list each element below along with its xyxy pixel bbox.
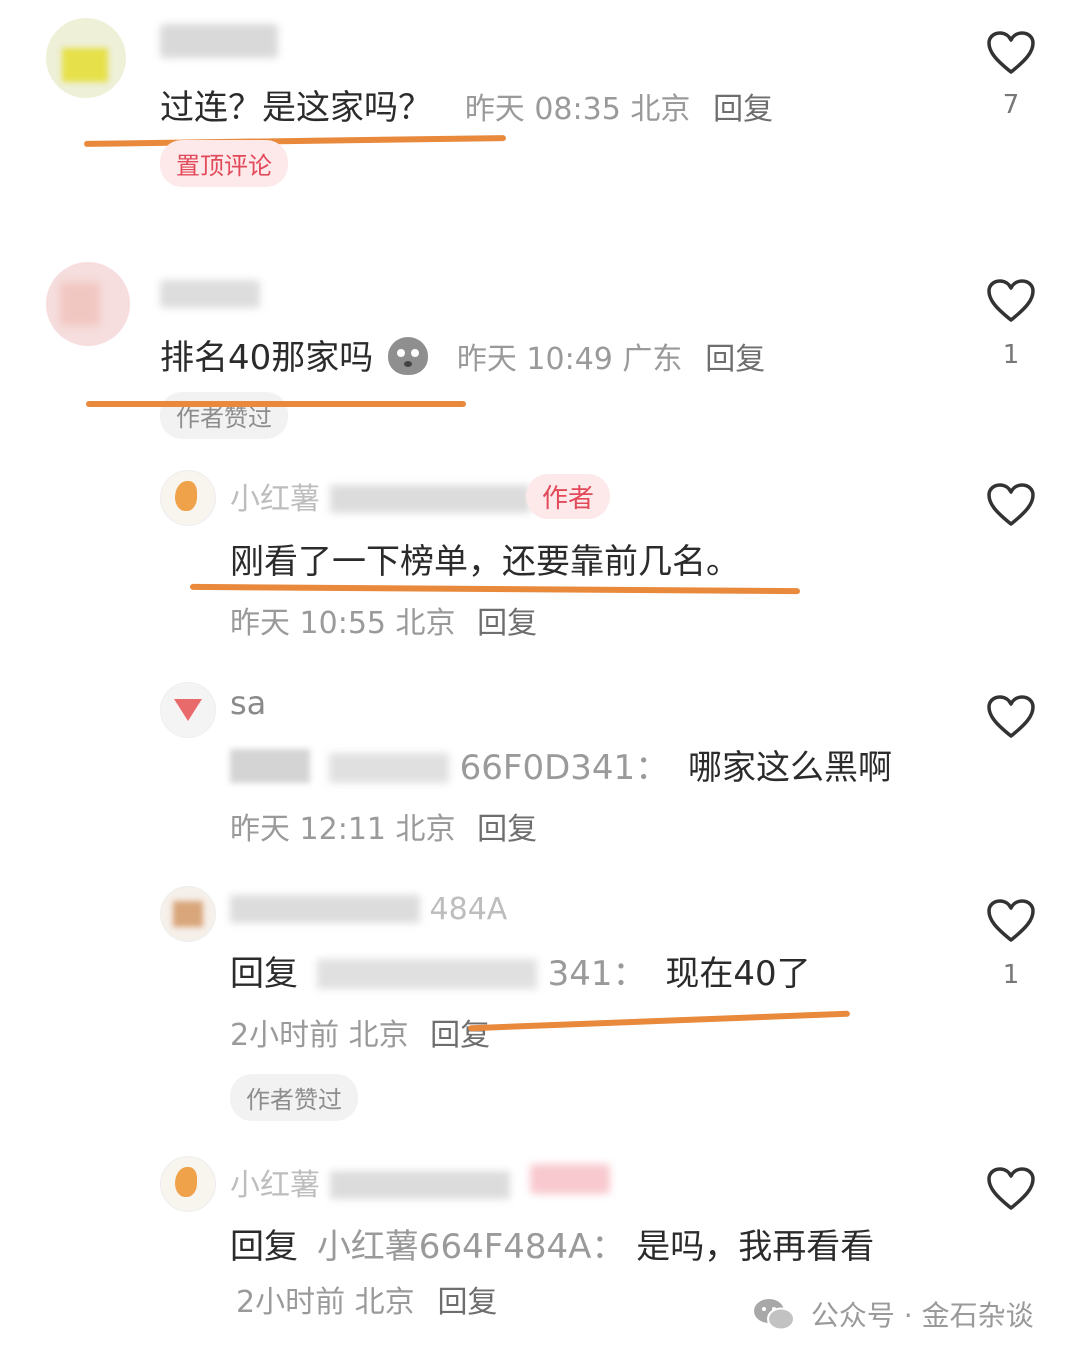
username[interactable]: 小红薯	[230, 1160, 510, 1204]
reply-button[interactable]: 回复	[430, 1018, 490, 1053]
avatar[interactable]	[160, 1156, 216, 1212]
avatar[interactable]	[160, 886, 216, 942]
mention-blurred	[316, 959, 537, 989]
reply-target[interactable]: 341：	[548, 954, 647, 994]
username[interactable]: sa	[230, 684, 266, 722]
comment-text: 过连？是这家吗？	[160, 88, 432, 128]
comment-text-row: 排名40那家吗 昨天 10:49 广东 回复	[160, 330, 765, 379]
avatar[interactable]	[46, 18, 126, 98]
avatar[interactable]	[160, 470, 216, 526]
avatar[interactable]	[160, 682, 216, 738]
comment-text-row: 过连？是这家吗？ 昨天 08:35 北京 回复	[160, 80, 773, 129]
reply-text-row: 回复 341： 现在40了	[230, 946, 811, 995]
username[interactable]: 484A	[230, 892, 507, 927]
reply-text: 哪家这么黑啊	[687, 748, 892, 788]
author-badge: 作者	[526, 474, 611, 519]
mention-blurred	[328, 753, 449, 783]
author-liked-badge: 作者赞过	[160, 392, 288, 439]
reply-button[interactable]: 回复	[477, 606, 537, 641]
heart-icon[interactable]	[986, 482, 1036, 528]
heart-icon[interactable]	[986, 30, 1036, 76]
reply-meta-row: 昨天 12:11 北京 回复	[230, 804, 537, 848]
emoji-icon	[388, 337, 429, 375]
reply-text: 是吗，我再看看	[636, 1227, 875, 1267]
reply-text-row: 66F0D341： 哪家这么黑啊	[230, 740, 892, 789]
heart-icon[interactable]	[986, 694, 1036, 740]
comment-time: 昨天 08:35 北京	[464, 92, 691, 127]
author-badge-blurred	[530, 1164, 610, 1194]
like-count: 1	[1002, 340, 1020, 370]
username-blurred[interactable]	[160, 280, 260, 308]
reply-target[interactable]: 小红薯664F484A：	[317, 1227, 626, 1267]
wechat-icon	[754, 1299, 795, 1331]
watermelon-icon	[174, 699, 202, 721]
reply-button[interactable]: 回复	[477, 812, 537, 847]
reply-button[interactable]: 回复	[437, 1285, 497, 1320]
reply-text: 刚看了一下榜单，还要靠前几名。	[230, 542, 740, 582]
reply-time: 昨天 12:11 北京	[230, 812, 456, 847]
reply-time: 昨天 10:55 北京	[230, 606, 456, 641]
avatar[interactable]	[46, 262, 130, 346]
heart-icon[interactable]	[986, 1166, 1036, 1212]
comment-text: 排名40那家吗	[160, 338, 374, 378]
reply-meta-row: 2小时前 北京 回复	[230, 1010, 490, 1054]
username-blurred	[230, 895, 420, 923]
annotation-underline	[83, 135, 507, 147]
like-count: 7	[1002, 90, 1020, 120]
author-liked-badge: 作者赞过	[230, 1074, 358, 1121]
reply-meta-row: 昨天 10:55 北京 回复	[230, 598, 537, 642]
reply-time: 2小时前 北京	[236, 1285, 415, 1320]
annotation-underline	[86, 401, 466, 407]
reply-target[interactable]: 66F0D341：	[460, 748, 670, 788]
heart-icon[interactable]	[986, 898, 1036, 944]
reply-time: 2小时前 北京	[230, 1018, 409, 1053]
pinned-badge: 置顶评论	[160, 140, 288, 187]
username-blurred[interactable]	[160, 24, 278, 58]
reply-button[interactable]: 回复	[705, 342, 765, 377]
reply-prefix: 回复	[230, 1227, 298, 1267]
reply-text: 现在40了	[665, 954, 811, 994]
username-blurred	[329, 485, 530, 513]
like-count: 1	[1002, 960, 1020, 990]
comment-time: 昨天 10:49 广东	[456, 342, 683, 377]
watermark: 公众号 · 金石杂谈	[752, 1294, 1034, 1334]
annotation-underline	[189, 583, 801, 595]
annotation-underline	[468, 1010, 850, 1032]
heart-icon[interactable]	[986, 278, 1036, 324]
reply-button[interactable]: 回复	[713, 92, 773, 127]
reply-prefix-blurred	[230, 749, 310, 783]
reply-prefix: 回复	[230, 954, 298, 994]
username-blurred	[329, 1171, 510, 1199]
